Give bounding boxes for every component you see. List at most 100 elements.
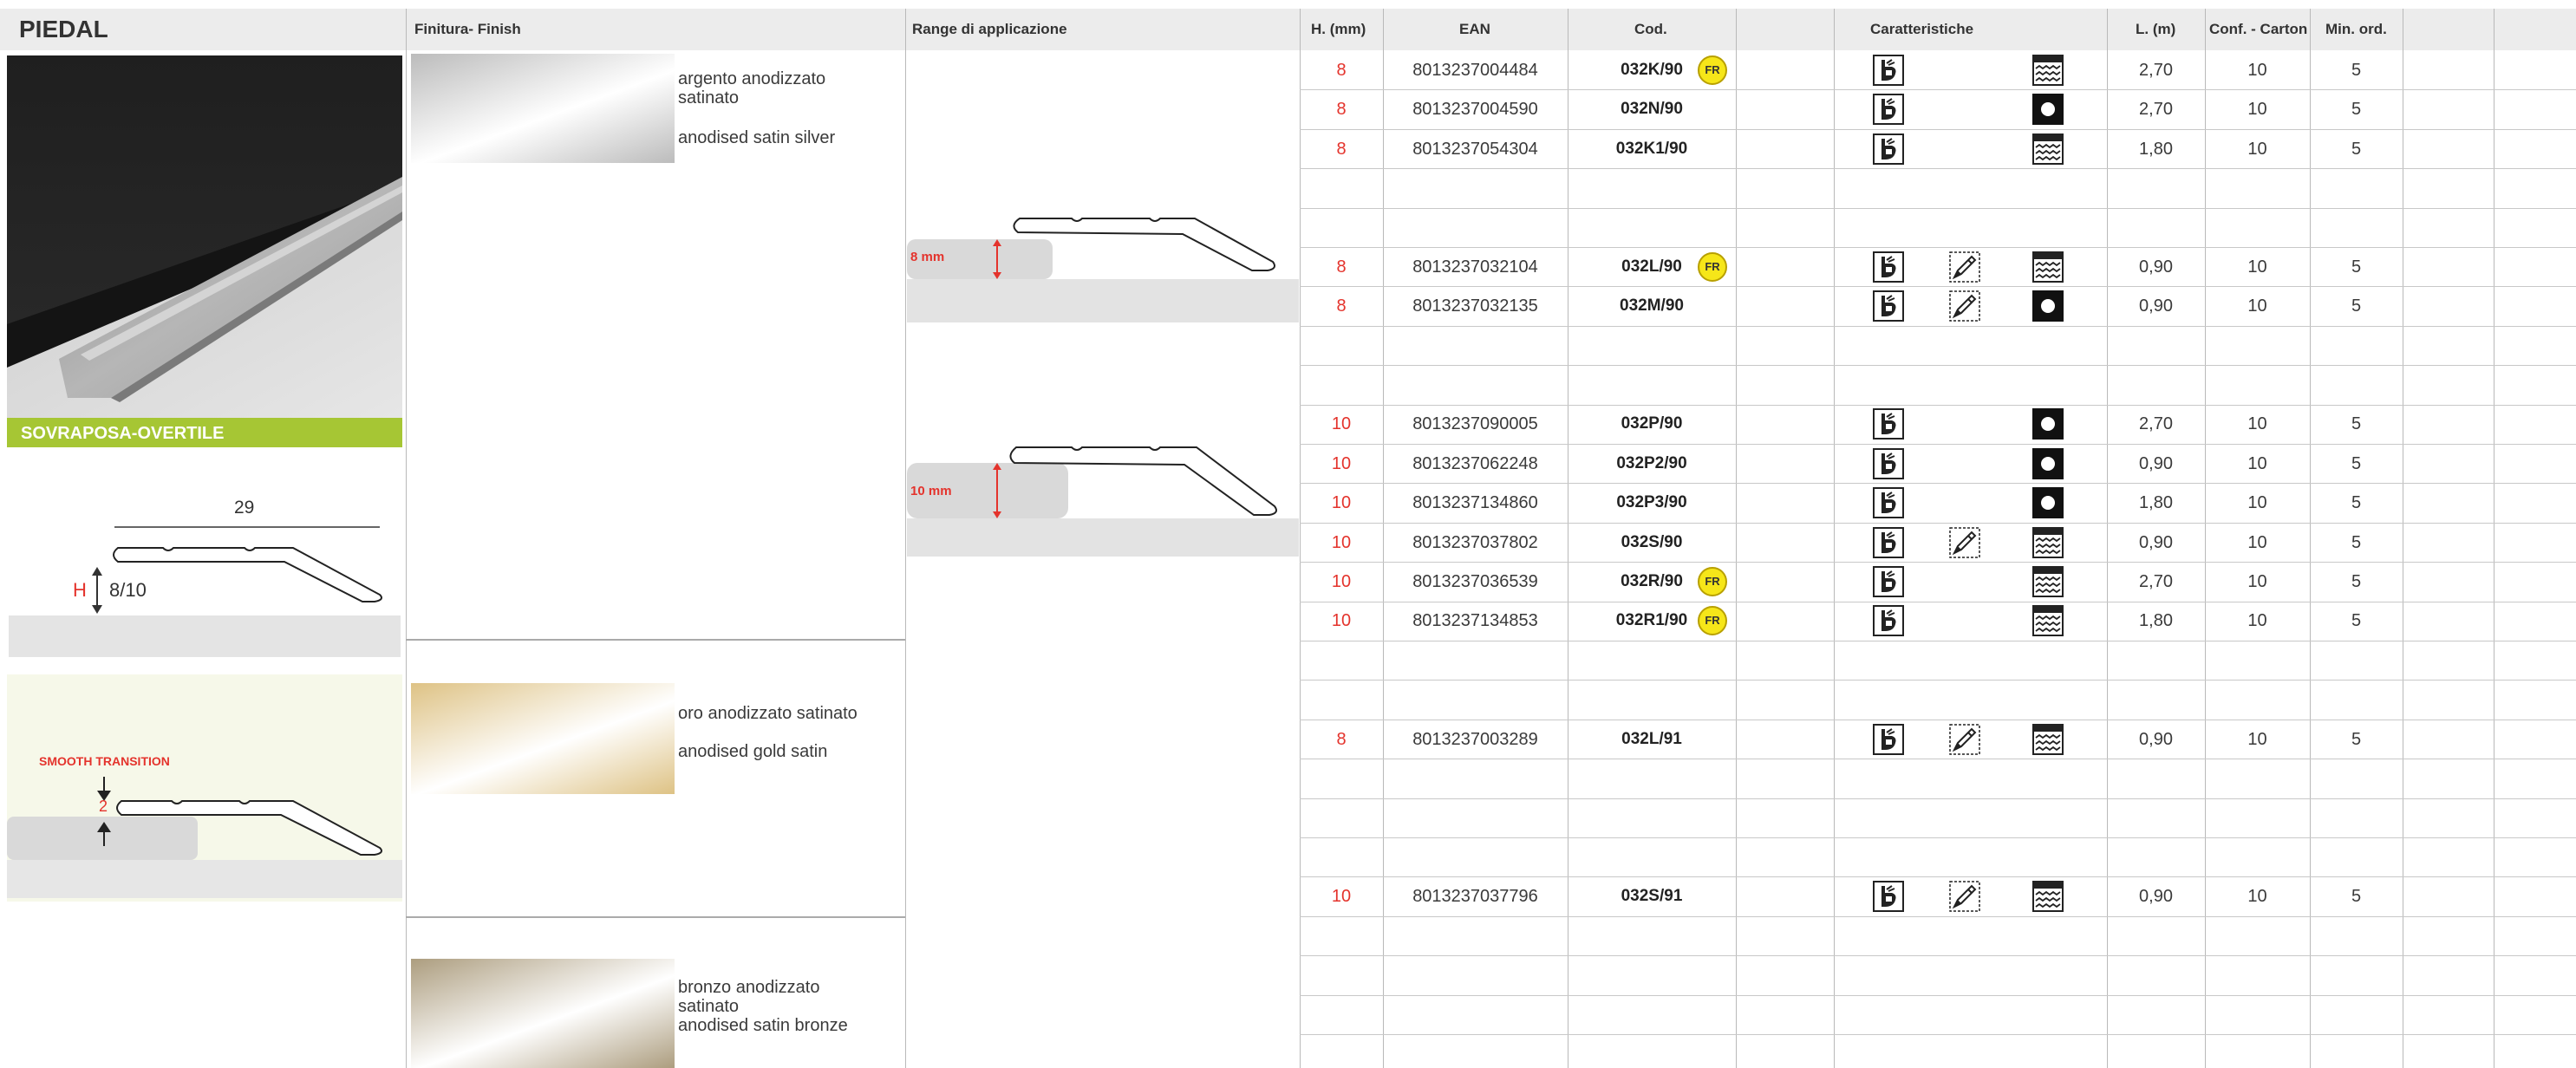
hand-saw-icon [1873, 94, 1904, 126]
pencil-icon [1949, 881, 1980, 912]
dim-h-letter: H [73, 579, 87, 601]
smooth-transition-diagram: SMOOTH TRANSITION 2 [7, 674, 402, 902]
dot-icon [2032, 487, 2064, 519]
row-height: 10 [1331, 453, 1352, 473]
row-carton: 10 [2247, 60, 2267, 80]
row-min-order: 5 [2351, 729, 2362, 749]
row-length: 2,70 [2139, 60, 2173, 80]
overtile-badge-label: SOVRAPOSA-OVERTILE [21, 424, 225, 443]
hand-saw-icon [1873, 290, 1904, 322]
row-carton: 10 [2247, 414, 2267, 434]
row-divider [1300, 207, 2576, 209]
finish-name-it: bronzo anodizzato satinato [678, 978, 820, 1016]
finish-divider [406, 639, 905, 641]
wavy-icon [2032, 54, 2064, 86]
row-divider [1300, 955, 2576, 957]
hand-saw-icon [1873, 881, 1904, 913]
hand-saw-icon [1873, 487, 1904, 519]
row-divider [1300, 325, 2576, 327]
col-sep [406, 9, 407, 1068]
hand-saw-icon [1873, 723, 1904, 755]
dim-h-value: 8/10 [109, 579, 147, 601]
hand-saw-icon [1873, 447, 1904, 479]
pencil-icon [1949, 723, 1980, 755]
row-divider [1300, 89, 2576, 91]
row-length: 2,70 [2139, 100, 2173, 120]
row-code: 032L/91 [1621, 729, 1682, 748]
row-divider [1300, 444, 2576, 445]
row-min-order: 5 [2351, 493, 2362, 513]
header-length: L. (m) [2136, 21, 2176, 37]
row-min-order: 5 [2351, 296, 2362, 316]
dot-icon [2032, 408, 2064, 440]
wavy-icon [2032, 723, 2064, 755]
row-ean: 8013237134853 [1412, 611, 1538, 631]
row-code: 032P/90 [1621, 414, 1683, 433]
row-min-order: 5 [2351, 257, 2362, 277]
row-ean: 8013237037796 [1412, 887, 1538, 907]
row-min-order: 5 [2351, 139, 2362, 159]
range-label-8mm: 8 mm [910, 250, 945, 264]
row-divider [1300, 483, 2576, 485]
wavy-icon [2032, 251, 2064, 283]
row-height: 8 [1336, 60, 1347, 80]
row-code: 032N/90 [1621, 100, 1683, 119]
row-length: 0,90 [2139, 532, 2173, 552]
row-carton: 10 [2247, 257, 2267, 277]
row-carton: 10 [2247, 532, 2267, 552]
hand-saw-icon [1873, 408, 1904, 440]
dot-icon [2032, 290, 2064, 322]
header-bar [0, 9, 2576, 50]
range-diagram-8mm: 8 mm [907, 208, 1299, 324]
row-divider [1300, 286, 2576, 288]
product-title: PIEDAL [19, 16, 108, 42]
row-divider [1300, 994, 2576, 996]
header-range: Range di applicazione [912, 21, 1067, 37]
row-carton: 10 [2247, 887, 2267, 907]
row-carton: 10 [2247, 729, 2267, 749]
wavy-icon [2032, 526, 2064, 558]
pencil-icon [1949, 526, 1980, 558]
hand-saw-icon [1873, 526, 1904, 558]
col-sep [905, 9, 906, 1068]
row-height: 8 [1336, 729, 1347, 749]
row-length: 0,90 [2139, 729, 2173, 749]
hand-saw-icon [1873, 605, 1904, 637]
row-code: 032K1/90 [1615, 139, 1688, 158]
row-ean: 8013237004590 [1412, 100, 1538, 120]
dot-icon [2032, 447, 2064, 479]
row-length: 0,90 [2139, 296, 2173, 316]
row-min-order: 5 [2351, 611, 2362, 631]
range-diagram-10mm: 10 mm [907, 433, 1299, 558]
row-ean: 8013237134860 [1412, 493, 1538, 513]
row-length: 0,90 [2139, 887, 2173, 907]
smooth-transition-label: SMOOTH TRANSITION [39, 754, 170, 768]
row-length: 1,80 [2139, 493, 2173, 513]
row-code: 032S/91 [1621, 887, 1683, 906]
finish-swatch [411, 54, 675, 163]
row-code: 032M/90 [1620, 296, 1684, 316]
row-ean: 8013237054304 [1412, 139, 1538, 159]
row-carton: 10 [2247, 296, 2267, 316]
wavy-icon [2032, 605, 2064, 637]
dot-icon [2032, 94, 2064, 126]
hand-saw-icon [1873, 133, 1904, 165]
row-divider [1300, 876, 2576, 878]
row-min-order: 5 [2351, 887, 2362, 907]
row-ean: 8013237036539 [1412, 571, 1538, 591]
row-length: 1,80 [2139, 611, 2173, 631]
dim-width-label: 29 [234, 498, 255, 518]
wavy-icon [2032, 881, 2064, 913]
row-divider [1300, 128, 2576, 130]
row-carton: 10 [2247, 571, 2267, 591]
finish-name-it: argento anodizzato satinato [678, 69, 826, 107]
row-min-order: 5 [2351, 532, 2362, 552]
row-ean: 8013237032104 [1412, 257, 1538, 277]
row-divider [1300, 915, 2576, 917]
row-ean: 8013237037802 [1412, 532, 1538, 552]
finish-name-it: oro anodizzato satinato [678, 704, 858, 723]
row-ean: 8013237032135 [1412, 296, 1538, 316]
header-finish: Finitura- Finish [414, 21, 521, 37]
row-ean: 8013237003289 [1412, 729, 1538, 749]
finish-name-en: anodised satin bronze [678, 1016, 848, 1035]
